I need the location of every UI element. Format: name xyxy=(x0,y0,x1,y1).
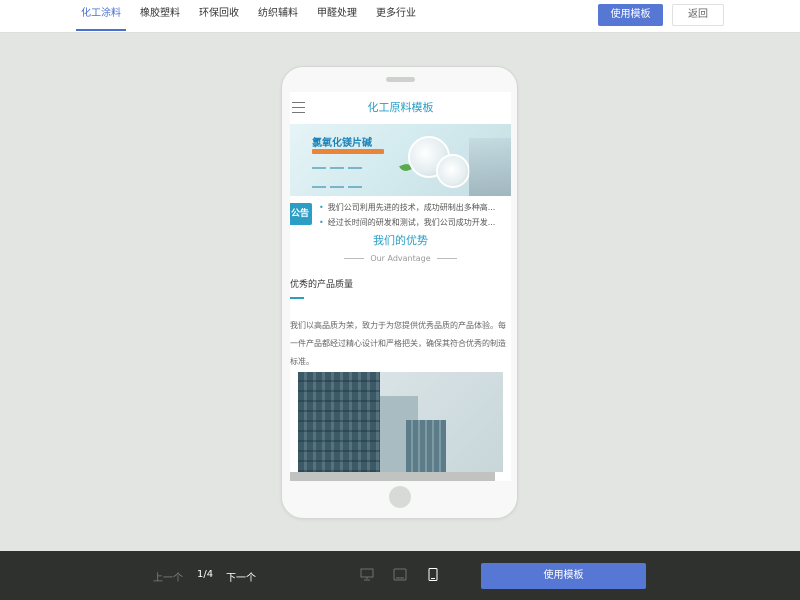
quality-description: 我们以高品质为荣，致力于为您提供优秀品质的产品体验。每一件产品都经过精心设计和严… xyxy=(290,321,506,366)
use-template-bottom-button[interactable]: 使用模板 xyxy=(481,563,646,589)
phone-preview-frame: 化工原料模板 氯氧化镁片碱 公告 我们公司利用先进的技术，成功研制出多种高...… xyxy=(281,66,518,519)
product-image-circle xyxy=(436,154,470,188)
banner-title: 氯氧化镁片碱 xyxy=(312,138,372,149)
next-template-link[interactable]: 下一个 xyxy=(226,569,256,584)
advantage-subheading-text: Our Advantage xyxy=(370,254,431,263)
tab-more-industries[interactable]: 更多行业 xyxy=(371,0,421,31)
banner-feature-list xyxy=(312,159,372,196)
product-banner[interactable]: 氯氧化镁片碱 xyxy=(290,124,511,196)
quality-title-underline xyxy=(290,297,304,299)
industry-tabs: 化工涂料 橡胶塑料 环保回收 纺织辅料 甲醛处理 更多行业 xyxy=(76,0,430,33)
banner-strip xyxy=(312,149,384,154)
notice-bar: 公告 我们公司利用先进的技术，成功研制出多种高... 经过长时间的研发和测试，我… xyxy=(290,196,511,232)
top-nav-bar: 化工涂料 橡胶塑料 环保回收 纺织辅料 甲醛处理 更多行业 使用模板 返回 xyxy=(0,0,800,33)
notice-item[interactable]: 我们公司利用先进的技术，成功研制出多种高... xyxy=(319,202,511,213)
mobile-header: 化工原料模板 xyxy=(290,92,511,124)
notice-item[interactable]: 经过长时间的研发和测试，我们公司成功开发... xyxy=(319,217,511,228)
building-image xyxy=(298,372,503,472)
bottom-toolbar: 上一个 1/4 下一个 使用模板 xyxy=(0,551,800,600)
tab-rubber-plastic[interactable]: 橡胶塑料 xyxy=(135,0,185,31)
mobile-page-title: 化工原料模板 xyxy=(367,101,434,114)
tab-recycling[interactable]: 环保回收 xyxy=(194,0,244,31)
advantage-heading: 我们的优势 xyxy=(373,234,428,247)
quality-title: 优秀的产品质量 xyxy=(290,280,354,290)
prev-template-link[interactable]: 上一个 xyxy=(153,569,183,584)
desktop-icon[interactable] xyxy=(360,568,374,581)
advantage-subheading: Our Advantage xyxy=(290,254,511,263)
tab-textile[interactable]: 纺织辅料 xyxy=(253,0,303,31)
mobile-icon[interactable] xyxy=(426,568,440,581)
back-button[interactable]: 返回 xyxy=(672,4,724,26)
banner-building-graphic xyxy=(469,138,511,196)
tab-chemical-coating[interactable]: 化工涂料 xyxy=(76,0,126,31)
phone-speaker xyxy=(386,77,415,82)
notice-badge: 公告 xyxy=(290,203,312,225)
phone-home-button xyxy=(389,486,411,508)
horizontal-scrollbar[interactable] xyxy=(290,472,495,481)
page-indicator: 1/4 xyxy=(197,569,214,580)
use-template-button[interactable]: 使用模板 xyxy=(598,4,663,26)
phone-screen[interactable]: 化工原料模板 氯氧化镁片碱 公告 我们公司利用先进的技术，成功研制出多种高...… xyxy=(290,92,511,481)
tab-formaldehyde[interactable]: 甲醛处理 xyxy=(312,0,362,31)
tablet-icon[interactable] xyxy=(393,568,407,581)
